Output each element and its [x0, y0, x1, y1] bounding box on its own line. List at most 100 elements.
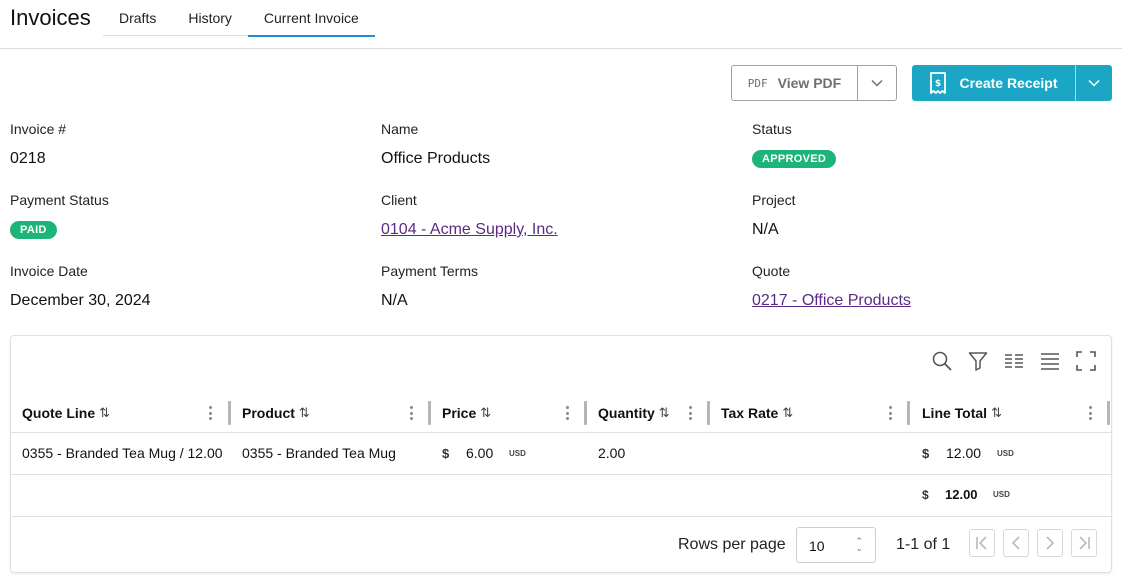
client-field: Client 0104 - Acme Supply, Inc. — [381, 192, 558, 239]
name-label: Name — [381, 121, 419, 137]
updown-icon: ⌃ ⌄ — [855, 536, 863, 553]
rows-per-page-label: Rows per page — [678, 536, 786, 553]
chevron-right-icon — [1046, 536, 1055, 550]
name-field: Name Office Products — [381, 121, 490, 168]
grid-density-button[interactable] — [1039, 350, 1061, 372]
tab-history[interactable]: History — [172, 0, 248, 36]
sort-icon[interactable]: ⇅ — [991, 405, 1002, 421]
invoice-date-value: December 30, 2024 — [10, 292, 151, 309]
column-resize-handle[interactable] — [1107, 401, 1110, 425]
column-menu-button[interactable] — [885, 404, 895, 422]
column-resize-handle[interactable] — [228, 401, 231, 425]
column-header-quote-line[interactable]: Quote Line ⇅ — [22, 394, 110, 432]
price-cell: 6.00 — [466, 445, 494, 461]
sort-icon[interactable]: ⇅ — [99, 405, 110, 421]
view-pdf-dropdown-button[interactable] — [858, 66, 896, 100]
sort-icon[interactable]: ⇅ — [782, 405, 793, 421]
grid-toolbar — [931, 350, 1097, 372]
pagination-controls — [969, 529, 1097, 557]
column-header-quantity[interactable]: Quantity ⇅ — [598, 394, 670, 432]
price-currency-symbol: $ — [442, 446, 450, 461]
column-resize-handle[interactable] — [907, 401, 910, 425]
grid-fullscreen-button[interactable] — [1075, 350, 1097, 372]
top-bar: Invoices Drafts History Current Invoice — [0, 0, 1122, 49]
chevron-down-icon — [871, 79, 883, 87]
client-label: Client — [381, 192, 417, 208]
grid-header: Quote Line ⇅ Product ⇅ Price ⇅ Quantity … — [11, 394, 1111, 433]
chevron-left-icon — [1011, 536, 1020, 550]
column-resize-handle[interactable] — [707, 401, 710, 425]
invoice-number-label: Invoice # — [10, 121, 67, 137]
payment-terms-label: Payment Terms — [381, 263, 478, 279]
density-icon — [1041, 353, 1059, 370]
column-header-tax-rate[interactable]: Tax Rate ⇅ — [721, 394, 793, 432]
grid-columns-button[interactable] — [1003, 350, 1025, 372]
column-header-label: Product — [242, 405, 295, 421]
column-header-label: Quote Line — [22, 405, 96, 421]
payment-terms-field: Payment Terms N/A — [381, 263, 478, 310]
grid-footer: Rows per page 10 ⌃ ⌄ 1-1 of 1 — [11, 517, 1111, 572]
summary-currency-symbol: $ — [922, 488, 929, 502]
column-resize-handle[interactable] — [428, 401, 431, 425]
chevron-down-icon — [1088, 79, 1100, 87]
tab-drafts[interactable]: Drafts — [103, 0, 172, 36]
column-menu-button[interactable] — [562, 404, 572, 422]
last-page-button[interactable] — [1071, 529, 1097, 557]
column-header-label: Price — [442, 405, 477, 421]
filter-icon — [968, 352, 988, 371]
line-total-currency-unit: USD — [997, 449, 1014, 458]
status-field: Status APPROVED — [752, 121, 837, 168]
column-menu-button[interactable] — [205, 404, 215, 422]
line-total-currency-symbol: $ — [922, 446, 930, 461]
price-currency-unit: USD — [509, 449, 526, 458]
column-menu-button[interactable] — [406, 404, 416, 422]
grid-search-button[interactable] — [931, 350, 953, 372]
grid-filter-button[interactable] — [967, 350, 989, 372]
columns-icon — [1005, 354, 1023, 368]
payment-status-badge: PAID — [10, 221, 57, 239]
first-page-button[interactable] — [969, 529, 995, 557]
create-receipt-dropdown-button[interactable] — [1076, 65, 1112, 101]
summary-total: 12.00 — [945, 487, 978, 502]
create-receipt-label: Create Receipt — [959, 75, 1058, 91]
column-header-price[interactable]: Price ⇅ — [442, 394, 491, 432]
sort-icon[interactable]: ⇅ — [299, 405, 310, 421]
tab-current-invoice[interactable]: Current Invoice — [247, 0, 375, 37]
product-cell: 0355 - Branded Tea Mug — [242, 445, 396, 461]
project-label: Project — [752, 192, 796, 208]
status-badge: APPROVED — [752, 150, 837, 168]
summary-row: $ 12.00 USD — [11, 475, 1111, 517]
project-value: N/A — [752, 221, 779, 238]
table-row[interactable]: 0355 - Branded Tea Mug / 12.00 0355 - Br… — [11, 433, 1111, 475]
next-page-button[interactable] — [1037, 529, 1063, 557]
column-header-line-total[interactable]: Line Total ⇅ — [922, 394, 1002, 432]
rows-per-page-value: 10 — [809, 538, 825, 554]
sort-icon[interactable]: ⇅ — [659, 405, 670, 421]
quote-label: Quote — [752, 263, 791, 279]
summary-currency-unit: USD — [993, 490, 1010, 499]
previous-page-button[interactable] — [1003, 529, 1029, 557]
sort-icon[interactable]: ⇅ — [480, 405, 491, 421]
status-label: Status — [752, 121, 792, 137]
column-menu-button[interactable] — [1085, 404, 1095, 422]
quote-link[interactable]: 0217 - Office Products — [752, 292, 911, 310]
rows-per-page-select[interactable]: 10 ⌃ ⌄ — [796, 527, 876, 563]
column-resize-handle[interactable] — [584, 401, 587, 425]
payment-status-label: Payment Status — [10, 192, 109, 208]
invoice-lines-grid: Quote Line ⇅ Product ⇅ Price ⇅ Quantity … — [10, 335, 1112, 573]
invoice-number-value: 0218 — [10, 150, 46, 167]
invoice-number-field: Invoice # 0218 — [10, 121, 66, 168]
quote-field: Quote 0217 - Office Products — [752, 263, 911, 310]
last-page-icon — [1079, 536, 1090, 550]
invoice-date-field: Invoice Date December 30, 2024 — [10, 263, 151, 310]
line-total-cell: 12.00 — [946, 445, 982, 461]
view-pdf-split-button: PDF View PDF — [731, 65, 897, 101]
column-header-product[interactable]: Product ⇅ — [242, 394, 310, 432]
project-field: Project N/A — [752, 192, 796, 239]
create-receipt-button[interactable]: $ Create Receipt — [912, 65, 1076, 101]
view-pdf-button[interactable]: PDF View PDF — [732, 66, 858, 100]
receipt-icon: $ — [930, 72, 947, 94]
column-menu-button[interactable] — [685, 404, 695, 422]
client-link[interactable]: 0104 - Acme Supply, Inc. — [381, 221, 558, 239]
page-title: Invoices — [10, 5, 91, 30]
